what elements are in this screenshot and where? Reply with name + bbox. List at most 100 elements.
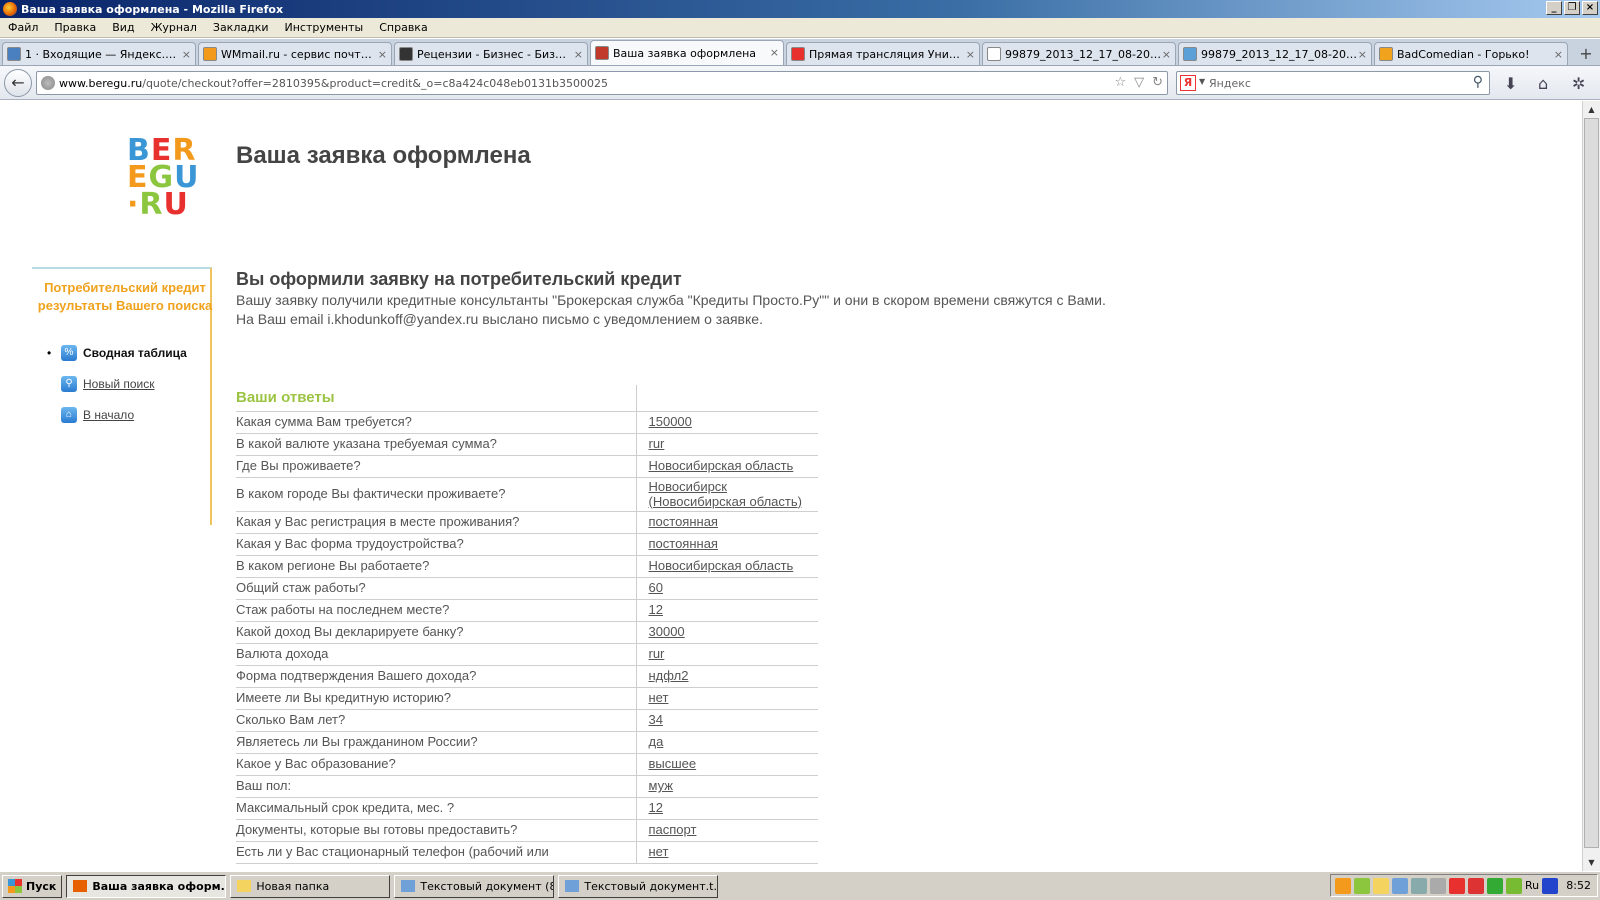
answer-link[interactable]: 12 <box>649 800 663 815</box>
tray-icon-8[interactable] <box>1468 877 1484 894</box>
scroll-thumb[interactable] <box>1584 118 1599 848</box>
tray-icon-2[interactable] <box>1354 877 1370 894</box>
sidebar-item-new-search[interactable]: ⚲ Новый поиск <box>47 376 155 392</box>
new-tab-button[interactable]: + <box>1576 44 1596 63</box>
menu-edit[interactable]: Правка <box>46 21 104 34</box>
minimize-button[interactable]: _ <box>1546 1 1562 15</box>
answer-link[interactable]: постоянная <box>649 514 718 529</box>
menu-file[interactable]: Файл <box>0 21 46 34</box>
tab-close-icon[interactable]: × <box>770 46 779 59</box>
downloads-icon[interactable]: ⬇ <box>1504 74 1517 93</box>
language-indicator[interactable]: Ru <box>1525 879 1539 892</box>
site-identity-icon[interactable] <box>41 76 55 90</box>
answer-link[interactable]: Новосибирская область <box>649 558 794 573</box>
tab-close-icon[interactable]: × <box>182 48 191 61</box>
answer-link[interactable]: 34 <box>649 712 663 727</box>
menu-bookmarks[interactable]: Закладки <box>205 21 277 34</box>
taskbar-button-label: Ваша заявка оформ... <box>92 879 227 893</box>
tray-icon-9[interactable] <box>1487 877 1503 894</box>
tab-close-icon[interactable]: × <box>1554 48 1563 61</box>
media-icon[interactable] <box>1542 877 1559 894</box>
new-search-link[interactable]: Новый поиск <box>83 377 155 391</box>
menu-view[interactable]: Вид <box>104 21 142 34</box>
home-icon[interactable]: ⌂ <box>1538 74 1548 93</box>
bookmark-star-icon[interactable]: ☆ <box>1114 75 1126 90</box>
tray-icon-1[interactable] <box>1335 877 1351 894</box>
tab-close-icon[interactable]: × <box>1358 48 1367 61</box>
answer-link[interactable]: высшее <box>649 756 697 771</box>
tray-icon-5[interactable] <box>1411 877 1427 894</box>
reload-icon[interactable]: ↻ <box>1152 75 1163 90</box>
answer-cell: да <box>636 731 818 754</box>
tab-6[interactable]: 99879_2013_12_17_08-20-4... × <box>1178 42 1372 65</box>
tab-close-icon[interactable]: × <box>574 48 583 61</box>
beregu-logo[interactable]: BER EGU ·RU <box>127 136 200 220</box>
answer-link[interactable]: паспорт <box>649 822 697 837</box>
tab-5[interactable]: 99879_2013_12_17_08-20-4... × <box>982 42 1176 65</box>
answer-link[interactable]: rur <box>649 436 665 451</box>
table-row: Имеете ли Вы кредитную историю? нет <box>236 687 818 710</box>
answer-cell: Новосибирская область <box>636 455 818 478</box>
taskbar-button-2[interactable]: Текстовый документ (8... <box>394 874 555 898</box>
scroll-up-icon[interactable]: ▲ <box>1583 101 1600 118</box>
tab-4[interactable]: Прямая трансляция Унив. К... × <box>786 42 980 65</box>
tab-close-icon[interactable]: × <box>966 48 975 61</box>
tab-label: 99879_2013_12_17_08-20-4... <box>1005 47 1161 61</box>
taskbar-button-3[interactable]: Текстовый документ.t... <box>558 874 719 898</box>
sidebar-item-home[interactable]: ⌂ В начало <box>47 407 134 423</box>
answer-link[interactable]: нет <box>649 844 669 859</box>
firefox-icon <box>73 880 88 892</box>
tray-icon-4[interactable] <box>1392 877 1408 894</box>
tab-1[interactable]: WMmail.ru - сервис почтовы... × <box>198 42 392 65</box>
answer-link[interactable]: ндфл2 <box>649 668 689 683</box>
home-link[interactable]: В начало <box>83 408 134 422</box>
tray-icon-7[interactable] <box>1449 877 1465 894</box>
tray-icon-6[interactable] <box>1430 877 1446 894</box>
close-button[interactable]: × <box>1582 1 1598 15</box>
answer-link[interactable]: 30000 <box>649 624 685 639</box>
sidebar-item-summary[interactable]: • % Сводная таблица <box>47 345 187 361</box>
answer-link[interactable]: rur <box>649 646 665 661</box>
url-bar[interactable]: www.beregu.ru/quote/checkout?offer=28103… <box>36 71 1168 95</box>
taskbar-button-0[interactable]: Ваша заявка оформ... <box>66 874 227 898</box>
answer-cell: 34 <box>636 709 818 732</box>
answer-link[interactable]: постоянная <box>649 536 718 551</box>
blank-page-icon <box>987 47 1001 61</box>
table-row: Где Вы проживаете? Новосибирская область <box>236 455 818 478</box>
tab-close-icon[interactable]: × <box>378 48 387 61</box>
answer-cell: нет <box>636 687 818 710</box>
maximize-button[interactable]: ❐ <box>1564 1 1580 15</box>
search-input[interactable]: Я ▼ Яндекс ⚲ <box>1176 71 1490 95</box>
back-button[interactable]: ← <box>4 69 32 97</box>
scroll-down-icon[interactable]: ▼ <box>1583 854 1600 871</box>
answer-link[interactable]: нет <box>649 690 669 705</box>
tray-icon-3[interactable] <box>1373 877 1389 894</box>
answer-link[interactable]: муж <box>649 778 673 793</box>
answer-link[interactable]: Новосибирская область <box>649 458 794 473</box>
tab-close-icon[interactable]: × <box>1162 48 1171 61</box>
answer-link[interactable]: 60 <box>649 580 663 595</box>
vertical-scrollbar[interactable]: ▲ ▼ <box>1582 101 1600 871</box>
answer-link[interactable]: Новосибирск (Новосибирская область) <box>649 479 802 509</box>
tab-2[interactable]: Рецензии - Бизнес - Бизнес и...× <box>394 42 588 65</box>
taskbar-button-1[interactable]: Новая папка <box>230 874 391 898</box>
search-icon[interactable]: ⚲ <box>1473 74 1483 90</box>
menu-help[interactable]: Справка <box>371 21 435 34</box>
menu-history[interactable]: Журнал <box>143 21 205 34</box>
tab-0[interactable]: 1 · Входящие — Яндекс.Поч... × <box>2 42 196 65</box>
answer-link[interactable]: да <box>649 734 664 749</box>
engine-dropdown-icon[interactable]: ▼ <box>1199 77 1205 86</box>
tab-3[interactable]: Ваша заявка оформлена × <box>590 40 784 65</box>
tab-7[interactable]: BadComedian - Горько! × <box>1374 42 1568 65</box>
history-dropdown-icon[interactable]: ▽ <box>1134 75 1144 90</box>
answer-link[interactable]: 12 <box>649 602 663 617</box>
question-cell: Имеете ли Вы кредитную историю? <box>236 687 637 710</box>
answer-cell: rur <box>636 433 818 456</box>
start-button[interactable]: Пуск <box>2 874 63 898</box>
yandex-engine-icon[interactable]: Я <box>1180 75 1196 91</box>
tray-icon-10[interactable] <box>1506 877 1522 894</box>
table-row: Какая сумма Вам требуется? 150000 <box>236 411 818 434</box>
menu-tools[interactable]: Инструменты <box>277 21 372 34</box>
answer-link[interactable]: 150000 <box>649 414 692 429</box>
addon-icon[interactable]: ✲ <box>1572 74 1585 93</box>
